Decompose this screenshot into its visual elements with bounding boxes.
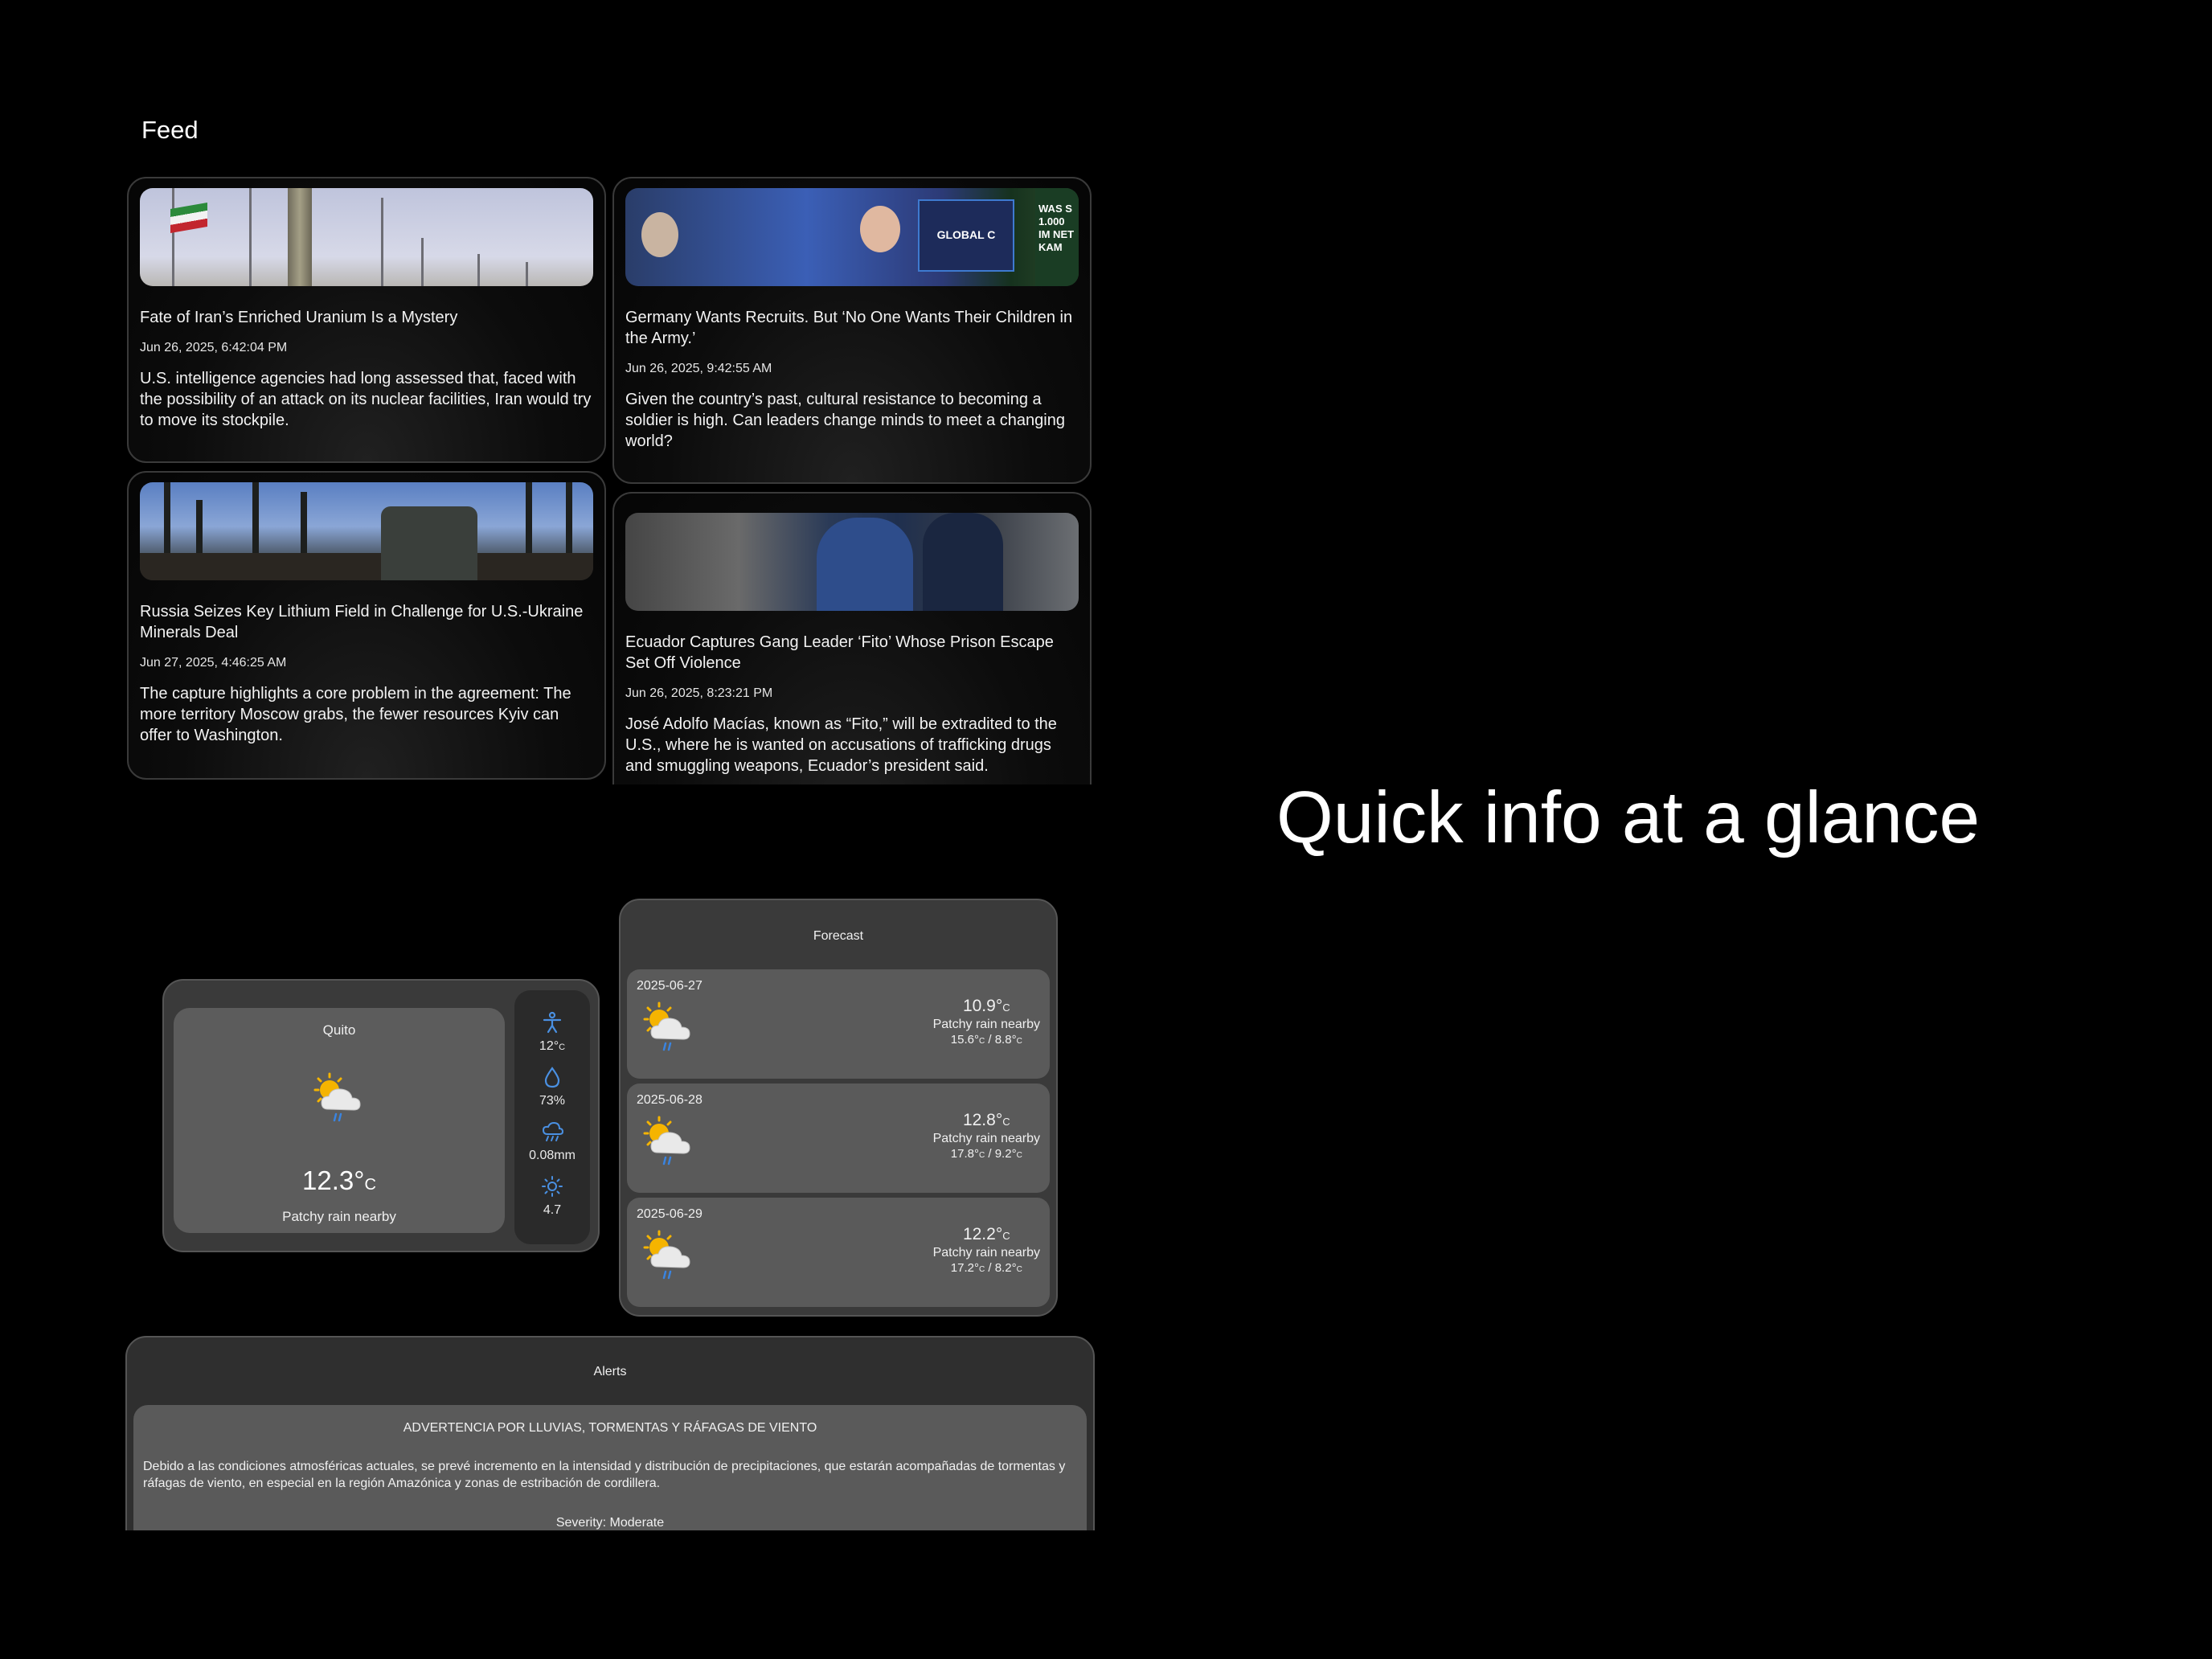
alerts-section[interactable]: Alerts ADVERTENCIA POR LLUVIAS, TORMENTA… — [125, 1336, 1095, 1530]
article-image: GLOBAL C WAS S 1.000 IM NET KAM — [625, 188, 1079, 286]
forecast-condition: Patchy rain nearby — [932, 1132, 1040, 1145]
alerts-title: Alerts — [593, 1365, 627, 1378]
partly-cloudy-rain-icon — [643, 1230, 690, 1280]
forecast-range: 15.6°C / 8.8°C — [950, 1033, 1022, 1047]
forecast-date: 2025-06-27 — [637, 979, 703, 993]
article-summary: U.S. intelligence agencies had long asse… — [140, 370, 592, 429]
forecast-date: 2025-06-29 — [637, 1207, 703, 1221]
humidity: 73% — [514, 1066, 590, 1108]
partly-cloudy-rain-icon — [643, 1002, 690, 1051]
forecast-temp: 10.9°C — [962, 997, 1010, 1015]
uv-index: 4.7 — [514, 1175, 590, 1218]
article-card[interactable]: Russia Seizes Key Lithium Field in Chall… — [127, 471, 606, 780]
article-headline[interactable]: Fate of Iran’s Enriched Uranium Is a Mys… — [140, 307, 593, 328]
article-date: Jun 26, 2025, 8:23:21 PM — [625, 686, 773, 700]
alert-description: Debido a las condiciones atmosféricas ac… — [143, 1460, 1066, 1490]
feed-title: Feed — [141, 116, 199, 144]
article-image — [140, 188, 593, 286]
article-card[interactable]: Ecuador Captures Gang Leader ‘Fito’ Whos… — [612, 492, 1092, 784]
article-card[interactable]: Fate of Iran’s Enriched Uranium Is a Mys… — [127, 177, 606, 463]
forecast-condition: Patchy rain nearby — [932, 1018, 1040, 1031]
forecast-day: 2025-06-28 12.8°C Patchy rain nearby 17.… — [627, 1083, 1050, 1193]
precipitation: 0.08mm — [514, 1120, 590, 1163]
current-condition: Patchy rain nearby — [282, 1209, 396, 1224]
article-date: Jun 27, 2025, 4:46:25 AM — [140, 656, 287, 670]
article-image — [140, 482, 593, 580]
article-date: Jun 26, 2025, 9:42:55 AM — [625, 362, 772, 375]
forecast-condition: Patchy rain nearby — [932, 1246, 1040, 1260]
partly-cloudy-rain-icon — [313, 1072, 361, 1122]
forecast-day: 2025-06-27 10.9°C Patchy rain nearby 15.… — [627, 969, 1050, 1079]
feed-list[interactable]: Fate of Iran’s Enriched Uranium Is a Mys… — [125, 172, 1095, 784]
person-icon — [543, 1011, 562, 1034]
rain-cloud-icon — [542, 1121, 564, 1141]
alert-headline: ADVERTENCIA POR LLUVIAS, TORMENTAS Y RÁF… — [403, 1421, 817, 1435]
city-name: Quito — [322, 1022, 356, 1038]
water-drop-icon — [544, 1067, 560, 1088]
forecast-day: 2025-06-29 12.2°C Patchy rain nearby 17.… — [627, 1198, 1050, 1307]
forecast-temp: 12.2°C — [962, 1225, 1010, 1243]
forecast-temp: 12.8°C — [962, 1111, 1010, 1129]
weather-main-panel: Quito 12.3°C Patchy rain nearby — [174, 1008, 505, 1233]
forecast-range: 17.8°C / 9.2°C — [950, 1147, 1022, 1161]
article-summary: José Adolfo Macías, known as “Fito,” wil… — [625, 715, 1057, 775]
article-headline[interactable]: Russia Seizes Key Lithium Field in Chall… — [140, 601, 593, 643]
forecast-date: 2025-06-28 — [637, 1093, 703, 1107]
article-image — [625, 513, 1079, 611]
current-temperature: 12.3°C — [302, 1165, 376, 1195]
alerts-card: Alerts ADVERTENCIA POR LLUVIAS, TORMENTA… — [125, 1336, 1095, 1530]
article-summary: The capture highlights a core problem in… — [140, 685, 571, 744]
article-date: Jun 26, 2025, 6:42:04 PM — [140, 341, 288, 354]
tagline: Quick info at a glance — [1276, 777, 1981, 858]
article-summary: Given the country’s past, cultural resis… — [625, 391, 1065, 450]
current-weather-card: Quito 12.3°C Patchy rain nearby 12°C 73%… — [162, 979, 600, 1252]
forecast-card: Forecast 2025-06-27 10.9°C Patchy rain n… — [619, 899, 1058, 1317]
weather-details-panel: 12°C 73% 0.08mm 4.7 — [514, 990, 590, 1244]
alert-severity: Severity: Moderate — [555, 1516, 665, 1530]
forecast-range: 17.2°C / 8.2°C — [950, 1261, 1022, 1275]
article-headline[interactable]: Ecuador Captures Gang Leader ‘Fito’ Whos… — [625, 632, 1079, 674]
alert-item[interactable]: ADVERTENCIA POR LLUVIAS, TORMENTAS Y RÁF… — [133, 1405, 1087, 1530]
forecast-title: Forecast — [813, 929, 864, 943]
article-card[interactable]: GLOBAL C WAS S 1.000 IM NET KAM Germany … — [612, 177, 1092, 484]
partly-cloudy-rain-icon — [643, 1116, 690, 1165]
feels-like: 12°C — [514, 1011, 590, 1054]
article-headline[interactable]: Germany Wants Recruits. But ‘No One Want… — [625, 307, 1079, 349]
sun-icon — [542, 1176, 563, 1197]
